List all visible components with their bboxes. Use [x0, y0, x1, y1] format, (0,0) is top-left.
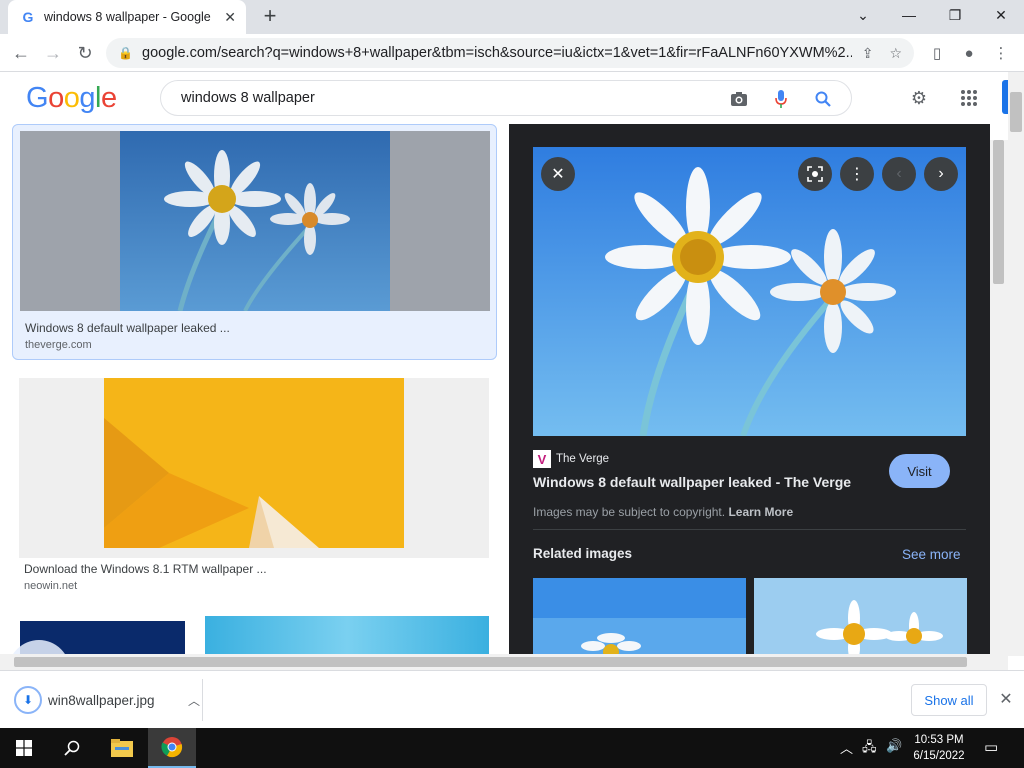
tab-title: windows 8 wallpaper - Google Se — [44, 10, 214, 24]
yellow-wallpaper-thumbnail[interactable] — [19, 378, 489, 558]
results-scrollbar[interactable] — [990, 140, 1008, 654]
image-results-grid: Windows 8 default wallpaper leaked ... t… — [0, 124, 509, 654]
visit-button[interactable]: Visit — [889, 454, 950, 488]
minimize-button[interactable]: — — [886, 0, 932, 30]
divider — [202, 679, 203, 721]
side-panel-icon[interactable]: ▯ — [926, 42, 948, 64]
clock-date: 6/15/2022 — [913, 750, 965, 762]
bookmark-star-icon[interactable]: ☆ — [889, 45, 902, 62]
verge-logo-icon: V — [533, 450, 551, 468]
url-text: google.com/search?q=windows+8+wallpaper&… — [142, 45, 852, 61]
forward-button[interactable]: → — [40, 40, 66, 66]
result-caption[interactable]: Windows 8 default wallpaper leaked ... — [25, 321, 230, 335]
show-hidden-icons-chevron-icon[interactable]: ︿ — [840, 738, 853, 757]
result-thumbnail-partial[interactable] — [205, 616, 489, 654]
reload-button[interactable]: ↻ — [72, 40, 98, 66]
source-row[interactable]: V The Verge — [533, 450, 609, 468]
page-scrollbar[interactable] — [1008, 72, 1024, 656]
source-name: The Verge — [556, 453, 610, 465]
apps-grid-icon[interactable] — [957, 86, 981, 110]
related-image[interactable] — [533, 578, 746, 654]
close-window-button[interactable]: ✕ — [978, 0, 1024, 30]
new-tab-button[interactable]: + — [258, 5, 282, 29]
horizontal-scrollbar[interactable] — [0, 654, 1008, 670]
back-button[interactable]: ← — [8, 40, 34, 66]
horizontal-scrollbar-thumb[interactable] — [14, 657, 967, 667]
results-scrollbar-thumb[interactable] — [993, 140, 1004, 284]
image-result-card[interactable]: Windows 8 default wallpaper leaked ... t… — [12, 124, 497, 360]
image-result-card[interactable]: Download the Windows 8.1 RTM wallpaper .… — [12, 372, 497, 602]
search-input[interactable]: windows 8 wallpaper — [160, 80, 852, 116]
microphone-icon[interactable] — [771, 89, 791, 109]
windows-start-icon[interactable] — [0, 728, 48, 768]
result-source[interactable]: theverge.com — [25, 339, 92, 351]
chevron-up-icon[interactable]: ︿ — [188, 692, 200, 709]
previous-image-button[interactable]: ‹ — [882, 157, 916, 191]
tab-strip: G windows 8 wallpaper - Google Se ✕ + ⌄ … — [0, 0, 1024, 34]
copyright-notice: Images may be subject to copyright. Lear… — [533, 505, 794, 519]
more-options-icon[interactable]: ⋮ — [840, 157, 874, 191]
camera-icon[interactable] — [729, 89, 749, 109]
see-more-link[interactable]: See more — [902, 547, 961, 562]
system-clock[interactable]: 10:53 PM 6/15/2022 — [906, 732, 972, 764]
google-favicon-icon: G — [22, 9, 34, 25]
related-image[interactable] — [754, 578, 967, 654]
file-explorer-icon[interactable] — [98, 728, 146, 768]
search-icon[interactable] — [813, 89, 833, 109]
image-title[interactable]: Windows 8 default wallpaper leaked - The… — [533, 474, 851, 490]
result-source[interactable]: neowin.net — [24, 580, 77, 592]
result-caption[interactable]: Download the Windows 8.1 RTM wallpaper .… — [24, 562, 267, 576]
related-images-heading: Related images — [533, 546, 633, 561]
close-preview-button[interactable]: ✕ — [541, 157, 575, 191]
windows-taskbar: ︿ 🖧 🔊 10:53 PM 6/15/2022 ▭ — [0, 728, 1024, 768]
file-download-icon: ⬇ — [14, 686, 42, 714]
lens-search-icon[interactable] — [798, 157, 832, 191]
download-filename: win8wallpaper.jpg — [48, 692, 155, 708]
lock-icon[interactable]: 🔒 — [118, 46, 133, 60]
close-download-bar-icon[interactable]: ✕ — [996, 689, 1016, 709]
download-item[interactable]: ⬇ win8wallpaper.jpg ︿ — [14, 681, 200, 719]
google-logo[interactable]: Google — [26, 82, 117, 115]
close-tab-icon[interactable]: ✕ — [224, 9, 236, 26]
address-bar[interactable]: 🔒 google.com/search?q=windows+8+wallpape… — [106, 38, 914, 68]
share-icon[interactable]: ⇪ — [862, 45, 874, 62]
volume-icon[interactable]: 🔊 — [886, 738, 902, 754]
search-query: windows 8 wallpaper — [181, 90, 315, 106]
image-preview-panel: ✕ ⋮ ‹ › V The Verge Windows 8 default wa… — [509, 124, 990, 654]
divider — [533, 529, 966, 530]
profile-icon[interactable]: ● — [958, 42, 980, 64]
show-all-button[interactable]: Show all — [911, 684, 987, 716]
google-header: Google windows 8 wallpaper ⚙ — [0, 72, 1010, 124]
chrome-taskbar-icon[interactable] — [148, 728, 196, 768]
download-bar: ⬇ win8wallpaper.jpg ︿ Show all ✕ — [0, 670, 1024, 728]
search-icon[interactable] — [48, 728, 96, 768]
browser-toolbar: ← → ↻ 🔒 google.com/search?q=windows+8+wa… — [0, 34, 1024, 72]
page-scrollbar-thumb[interactable] — [1010, 92, 1022, 132]
browser-tab-active[interactable]: G windows 8 wallpaper - Google Se ✕ — [8, 0, 246, 34]
restore-button[interactable]: ❐ — [932, 0, 978, 30]
next-image-button[interactable]: › — [924, 157, 958, 191]
clock-time: 10:53 PM — [914, 734, 964, 746]
tab-search-icon[interactable]: ⌄ — [840, 0, 886, 30]
learn-more-link[interactable]: Learn More — [728, 505, 793, 519]
menu-kebab-icon[interactable]: ⋮ — [990, 42, 1012, 64]
notifications-icon[interactable]: ▭ — [984, 738, 998, 756]
network-icon[interactable]: 🖧 — [862, 738, 877, 760]
settings-gear-icon[interactable]: ⚙ — [907, 86, 931, 110]
daisy-wallpaper-thumbnail[interactable] — [20, 131, 490, 311]
